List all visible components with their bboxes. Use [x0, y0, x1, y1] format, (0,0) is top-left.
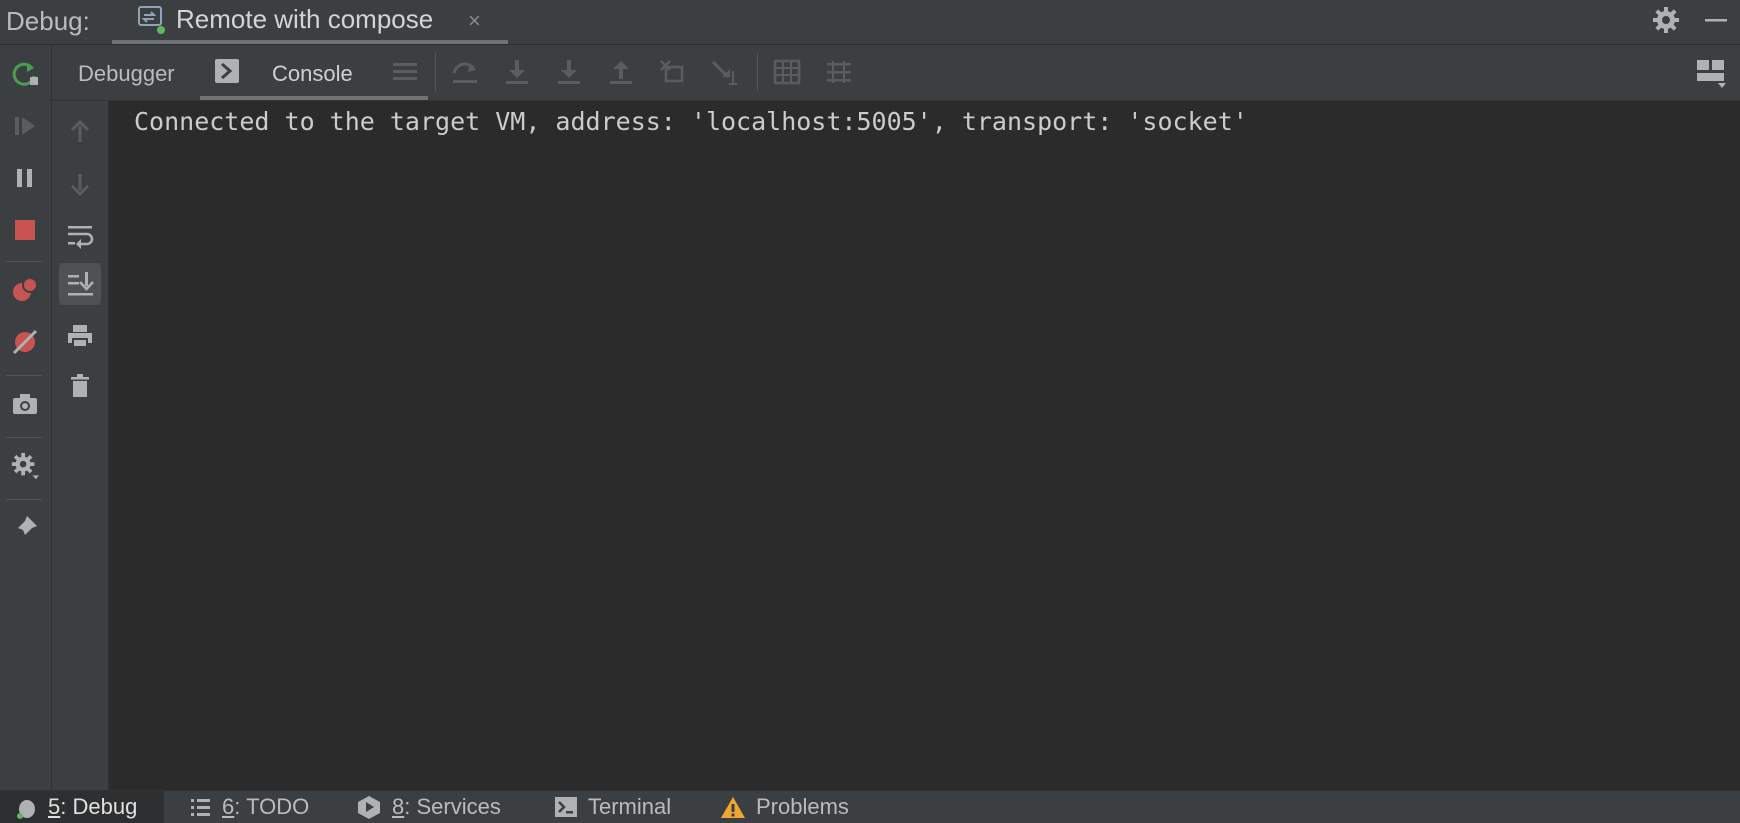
debug-title-bar: Debug: Remote with compose × [0, 0, 1740, 45]
tool-window-todo-mnemonic: 6 [222, 794, 235, 819]
tool-window-todo-label: : TODO [234, 794, 310, 819]
tool-window-debug-label: : Debug [60, 794, 138, 819]
list-icon [191, 799, 210, 816]
tool-window-problems-label: Problems [756, 794, 849, 819]
run-tab-underline [112, 40, 508, 44]
layout-menu-icon[interactable] [386, 53, 424, 91]
tool-window-services-label: : Services [404, 794, 501, 819]
warning-icon [721, 797, 745, 818]
restore-layout-icon[interactable] [1692, 53, 1730, 91]
stop-icon[interactable] [6, 211, 44, 249]
tool-window-terminal[interactable]: Terminal [554, 791, 671, 823]
debug-tab-strip: Debugger Console [52, 45, 1740, 101]
tool-window-services[interactable]: 8: Services [356, 791, 501, 823]
console-toolbar [52, 101, 109, 790]
console-icon [214, 58, 240, 89]
step-into-icon[interactable] [498, 53, 536, 91]
pin-icon[interactable] [6, 509, 44, 547]
soft-wrap-icon[interactable] [59, 215, 101, 257]
console-line: Connected to the target VM, address: 'lo… [134, 107, 1248, 136]
scroll-to-end-icon[interactable] [59, 263, 101, 305]
services-icon [358, 796, 380, 819]
tab-debugger[interactable]: Debugger [78, 61, 175, 87]
force-step-into-icon[interactable] [550, 53, 588, 91]
terminal-icon [555, 797, 577, 817]
tool-window-services-mnemonic: 8 [392, 794, 405, 819]
tab-console-label[interactable]: Console [272, 61, 353, 87]
view-breakpoints-icon[interactable] [6, 271, 44, 309]
step-over-icon[interactable] [446, 53, 484, 91]
minimize-icon[interactable] [1702, 6, 1730, 34]
step-out-icon[interactable] [602, 53, 640, 91]
resume-icon[interactable] [6, 107, 44, 145]
trace-current-stream-icon[interactable] [820, 53, 858, 91]
bug-icon [17, 800, 35, 819]
evaluate-expression-icon[interactable] [768, 53, 806, 91]
tool-window-todo[interactable]: 6: TODO [190, 791, 309, 823]
down-arrow-icon[interactable] [59, 163, 101, 205]
drop-frame-icon[interactable] [654, 53, 692, 91]
mute-breakpoints-icon[interactable] [6, 323, 44, 361]
close-tab-icon[interactable]: × [468, 8, 481, 34]
up-arrow-icon[interactable] [59, 111, 101, 153]
remote-debug-icon [136, 4, 168, 36]
run-to-cursor-icon[interactable] [706, 53, 744, 91]
tool-window-debug[interactable]: 5: Debug [0, 791, 164, 823]
print-icon[interactable] [59, 315, 101, 357]
debug-window-label: Debug: [6, 6, 90, 36]
tool-window-debug-mnemonic: 5 [48, 794, 61, 819]
debug-actions-toolbar [0, 45, 52, 790]
clear-all-icon[interactable] [59, 365, 101, 407]
pause-icon[interactable] [6, 159, 44, 197]
tool-window-terminal-label: Terminal [588, 794, 672, 819]
gear-icon[interactable] [1650, 4, 1682, 36]
run-tab-title[interactable]: Remote with compose [176, 4, 433, 35]
rerun-icon[interactable] [6, 55, 44, 93]
camera-icon[interactable] [6, 385, 44, 423]
tool-window-bar: 5: Debug 6: TODO 8: Services Terminal Pr… [0, 790, 1740, 823]
console-output[interactable]: Connected to the target VM, address: 'lo… [109, 101, 1740, 790]
tab-console-underline [200, 96, 428, 100]
settings-icon[interactable] [6, 447, 44, 485]
tool-window-problems[interactable]: Problems [720, 791, 849, 823]
